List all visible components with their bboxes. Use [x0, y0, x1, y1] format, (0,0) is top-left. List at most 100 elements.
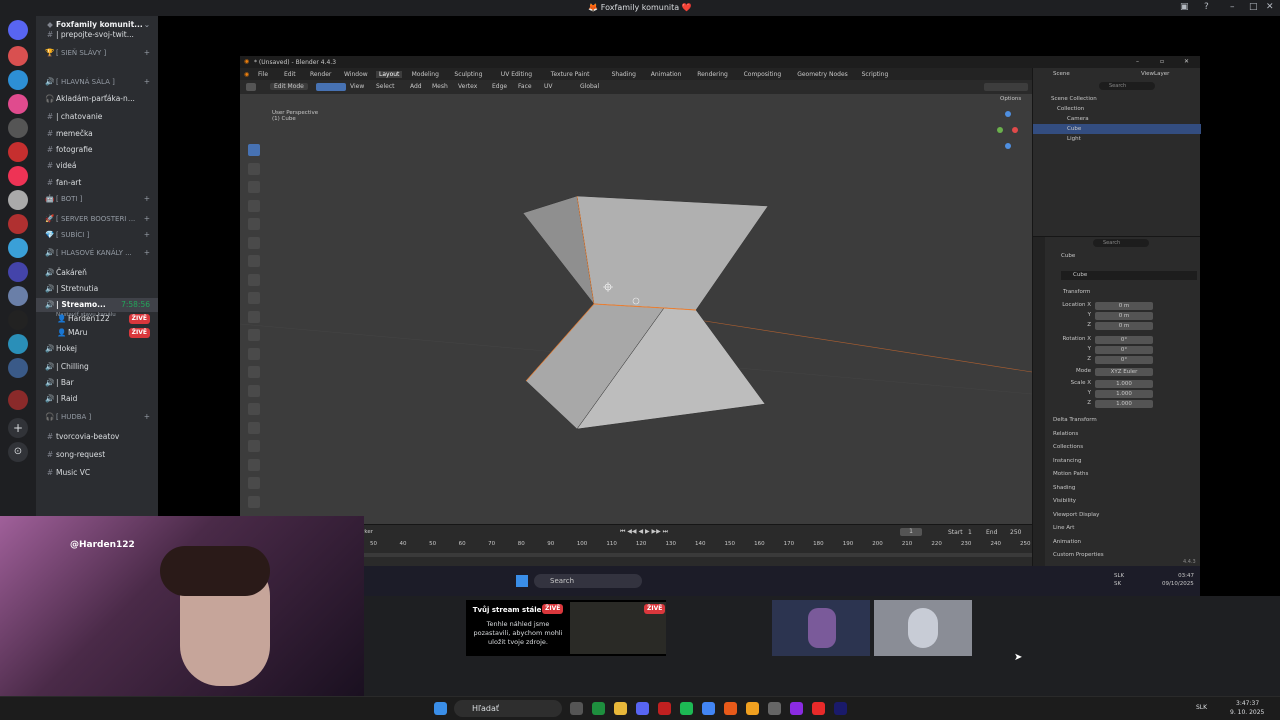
channel-category[interactable]: 🏆[ SIEŇ SLÁVY ] +	[36, 46, 158, 60]
editor-type-icon[interactable]	[246, 83, 256, 91]
workspace-tab[interactable]: Modeling	[412, 71, 439, 78]
premiere-icon[interactable]	[834, 702, 847, 715]
task-view-icon[interactable]	[570, 702, 583, 715]
language-indicator[interactable]: SLK	[1196, 704, 1207, 711]
mesh-face[interactable]	[576, 195, 769, 311]
channel-item[interactable]: 🔊| Bar	[36, 376, 158, 390]
add-channel-icon[interactable]: +	[144, 410, 150, 424]
channel-category[interactable]: 💎[ SUBÍCI ] +	[36, 228, 158, 242]
channel-item[interactable]: 🔊Čakáreň	[36, 266, 158, 280]
channel-category[interactable]: 🚀[ SERVER BOOSTERI ... +	[36, 212, 158, 226]
windows-start-icon[interactable]	[516, 575, 528, 587]
menu-item[interactable]: Window	[344, 71, 368, 78]
properties-panel-header[interactable]: Custom Properties	[1053, 552, 1104, 558]
minimize-icon[interactable]: –	[1230, 2, 1235, 12]
workspace-tab[interactable]: Geometry Nodes	[797, 71, 848, 78]
maximize-icon[interactable]: ▫	[1160, 58, 1164, 65]
outliner-search[interactable]: Search	[1099, 82, 1155, 90]
tool-button[interactable]	[248, 421, 260, 434]
header-menu-item[interactable]: UV	[544, 83, 553, 90]
transform-orientation[interactable]: Global	[580, 83, 599, 90]
voice-member[interactable]: 👤MAru ŽIVĚ	[36, 326, 158, 340]
object-name-field[interactable]: Cube	[1061, 271, 1197, 280]
channel-category[interactable]: 🎧[ HUDBA ] +	[36, 410, 158, 424]
channel-item[interactable]: 🔊| Stretnutia	[36, 282, 158, 296]
maximize-icon[interactable]: □	[1249, 2, 1258, 12]
taskbar-search[interactable]: Hľadať	[454, 700, 562, 717]
discover-icon[interactable]: ⊙	[8, 442, 28, 462]
server-icon[interactable]	[8, 166, 28, 186]
tool-button[interactable]	[248, 347, 260, 360]
rotation-y-field[interactable]: 0°	[1095, 346, 1153, 354]
participant-tile[interactable]	[874, 600, 972, 656]
rotation-mode-dropdown[interactable]: XYZ Euler	[1095, 368, 1153, 376]
workspace-tab[interactable]: Scripting	[862, 71, 889, 78]
properties-panel-header[interactable]: Viewport Display	[1053, 512, 1099, 518]
tool-button[interactable]	[248, 329, 260, 341]
tool-button[interactable]	[248, 255, 260, 267]
tool-button[interactable]	[248, 292, 260, 304]
properties-panel-header[interactable]: Collections	[1053, 444, 1083, 450]
channel-item[interactable]: # Music VC	[36, 466, 158, 480]
server-icon[interactable]	[8, 310, 28, 330]
tool-button[interactable]	[248, 273, 260, 286]
workspace-tab[interactable]: Compositing	[744, 71, 782, 78]
chrome-icon[interactable]	[702, 702, 715, 715]
properties-panel-header[interactable]: Motion Paths	[1053, 471, 1088, 477]
navigation-gizmo[interactable]	[997, 111, 1018, 149]
language-indicator[interactable]: SLK	[1114, 573, 1124, 579]
workspace-tab[interactable]: Shading	[612, 71, 636, 78]
channel-item[interactable]: # fan-art	[36, 176, 158, 190]
workspace-tab[interactable]: Texture Paint	[551, 71, 590, 78]
tool-button[interactable]	[248, 440, 260, 452]
server-icon[interactable]	[8, 214, 28, 234]
properties-search[interactable]: Search	[1093, 239, 1149, 247]
mode-dropdown[interactable]: Edit Mode	[270, 83, 308, 90]
server-icon[interactable]	[8, 118, 28, 138]
stream-paused-card[interactable]: Tvůj stream stále běží! Tenhle náhled js…	[466, 600, 666, 656]
close-icon[interactable]: ✕	[1184, 58, 1189, 65]
add-channel-icon[interactable]: +	[144, 212, 150, 226]
transform-panel-header[interactable]: Transform	[1063, 289, 1090, 295]
properties-panel-header[interactable]: Visibility	[1053, 498, 1076, 504]
end-field[interactable]: 250	[1010, 529, 1021, 536]
minimize-icon[interactable]: –	[1136, 58, 1139, 65]
app-icon[interactable]	[658, 702, 671, 715]
header-menu-item[interactable]: Edge	[492, 83, 507, 90]
tool-button[interactable]	[248, 144, 260, 156]
obs-icon[interactable]	[768, 702, 781, 715]
rotation-z-field[interactable]: 0°	[1095, 356, 1153, 364]
menu-item[interactable]: Render	[310, 71, 331, 78]
outliner-item[interactable]: Collection	[1033, 104, 1201, 114]
server-icon[interactable]	[8, 94, 28, 114]
channel-item[interactable]: 🔊| Raid	[36, 392, 158, 406]
spotify-icon[interactable]	[680, 702, 693, 715]
server-icon[interactable]	[8, 358, 28, 378]
menu-item[interactable]: Edit	[284, 71, 296, 78]
voice-member[interactable]: 👤Harden122 ŽIVĚ	[36, 312, 158, 326]
server-icon[interactable]	[8, 262, 28, 282]
discord-home-icon[interactable]	[8, 20, 28, 40]
server-icon[interactable]	[8, 286, 28, 306]
tool-button[interactable]	[248, 495, 260, 508]
discord-icon[interactable]	[636, 702, 649, 715]
blender-logo-icon[interactable]: ◉	[244, 71, 249, 78]
excel-icon[interactable]	[592, 702, 605, 715]
tool-button[interactable]	[248, 181, 260, 193]
properties-panel-header[interactable]: Line Art	[1053, 525, 1074, 531]
tool-button[interactable]	[248, 366, 260, 378]
header-menu-item[interactable]: Vertex	[458, 83, 477, 90]
workspace-tab[interactable]: Sculpting	[454, 71, 482, 78]
channel-item[interactable]: # videá	[36, 159, 158, 173]
channel-item[interactable]: # | chatovanie	[36, 110, 158, 124]
channel-category[interactable]: 🤖[ BOTI ] +	[36, 192, 158, 206]
participant-tile[interactable]	[772, 600, 870, 656]
server-icon[interactable]	[8, 46, 28, 66]
tool-button[interactable]	[248, 236, 260, 249]
add-channel-icon[interactable]: +	[144, 75, 150, 89]
outliner-item[interactable]: Light	[1033, 134, 1201, 144]
outliner-item[interactable]: Camera	[1033, 114, 1201, 124]
twitch-icon[interactable]	[790, 702, 803, 715]
app-icon[interactable]	[746, 702, 759, 715]
rotation-x-field[interactable]: 0°	[1095, 336, 1153, 344]
